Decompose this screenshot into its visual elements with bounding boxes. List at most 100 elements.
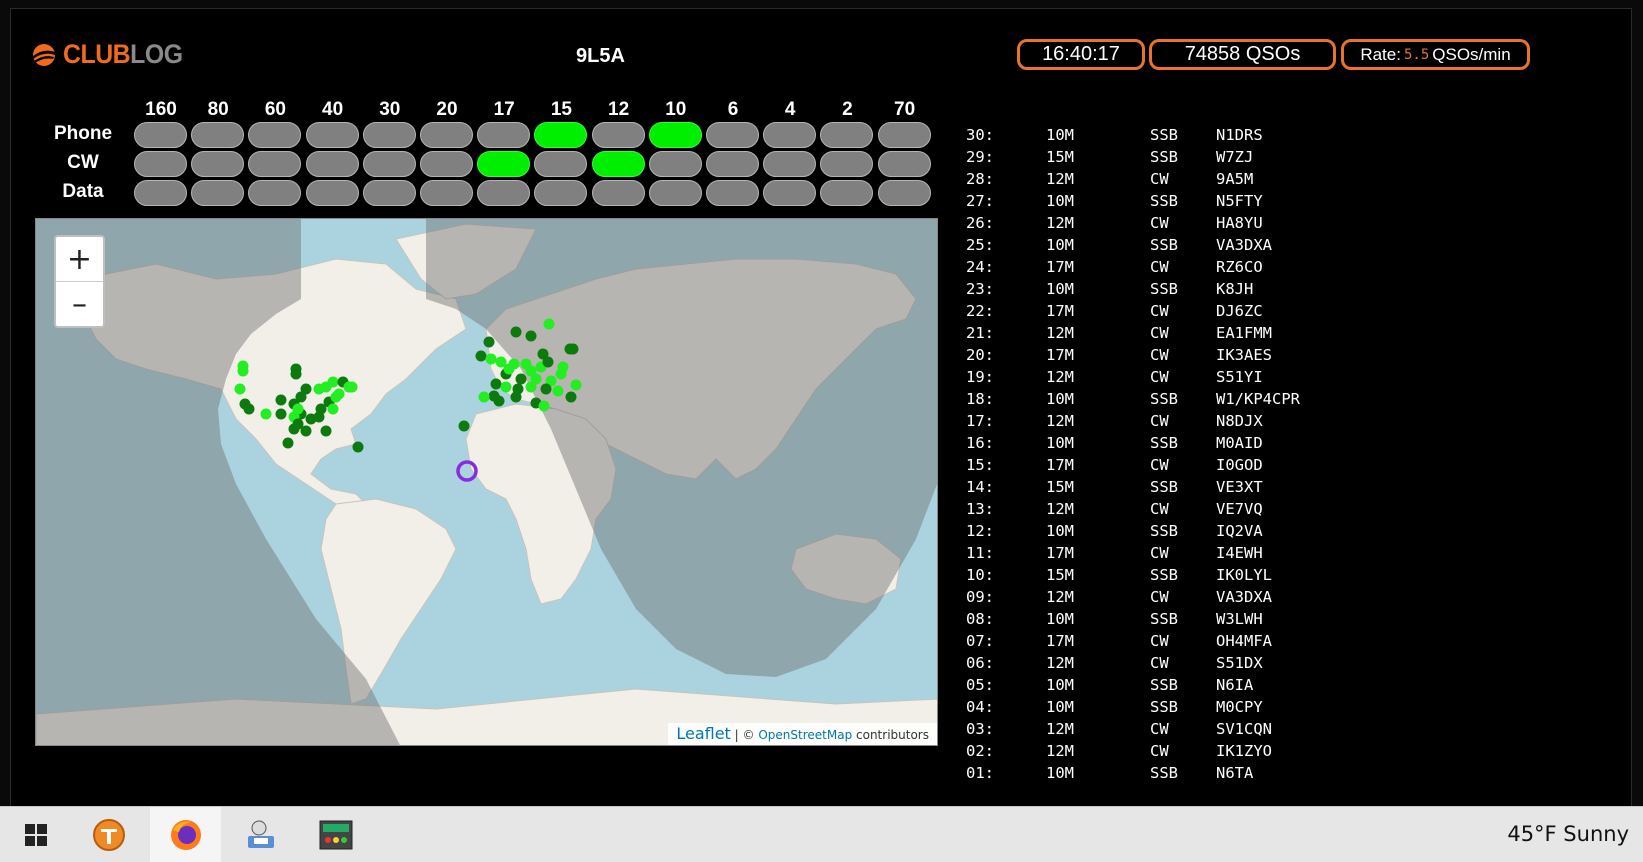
windows-start-icon[interactable] (0, 807, 71, 862)
zoom-out-button[interactable]: – (56, 282, 103, 326)
log-call: IK0LYL (1216, 566, 1272, 584)
qso-dot[interactable] (565, 391, 577, 403)
qso-dot[interactable] (503, 363, 515, 375)
log-mode: CW (1150, 170, 1169, 188)
log-mode: CW (1150, 258, 1169, 276)
clock-display: 16:40:17 (1017, 39, 1145, 70)
radio-app-icon[interactable] (300, 807, 371, 862)
qso-dot[interactable] (490, 378, 502, 390)
qso-dot[interactable] (500, 381, 512, 393)
qso-dot[interactable] (525, 365, 537, 377)
band-cell-cw-4 (763, 151, 817, 177)
qso-dot[interactable] (330, 391, 342, 403)
band-cell-cw-10 (648, 151, 702, 177)
band-cell-data-20 (420, 180, 473, 206)
qso-dot[interactable] (538, 400, 550, 412)
qso-dot[interactable] (510, 326, 522, 338)
log-mode: CW (1150, 346, 1169, 364)
qso-dot[interactable] (567, 343, 579, 355)
log-num: 18: (966, 390, 994, 408)
qso-dot[interactable] (234, 383, 246, 395)
qso-dot[interactable] (300, 425, 312, 437)
qso-dot[interactable] (515, 373, 527, 385)
qso-dot[interactable] (540, 383, 552, 395)
band-header-70: 70 (894, 99, 916, 120)
log-call: N8DJX (1216, 412, 1263, 430)
qso-dot[interactable] (543, 318, 555, 330)
qso-dot[interactable] (327, 403, 339, 415)
band-cell-data-4 (763, 180, 817, 206)
log-band: 12M (1046, 214, 1074, 232)
band-cell-data-70 (877, 180, 931, 206)
qso-dot[interactable] (282, 437, 294, 449)
leaflet-link[interactable]: Leaflet (676, 724, 730, 743)
qso-dot[interactable] (243, 403, 255, 415)
qso-dot[interactable] (300, 383, 312, 395)
log-band: 12M (1046, 412, 1074, 430)
qso-dot[interactable] (327, 376, 339, 388)
clublog-window: CLUBLOG 9L5A 16:40:17 74858 QSOs Rate: 5… (10, 8, 1632, 808)
qso-dot[interactable] (352, 441, 364, 453)
qso-map[interactable]: + – Leaflet | © OpenStreetMap contributo… (35, 218, 938, 746)
log-call: N1DRS (1216, 126, 1263, 144)
qso-dot[interactable] (275, 408, 287, 420)
band-cell-phone-15 (534, 122, 588, 148)
weather-widget[interactable]: 45°F Sunny (1507, 822, 1629, 846)
log-num: 22: (966, 302, 994, 320)
qso-dot[interactable] (320, 425, 332, 437)
band-cell-cw-30 (362, 151, 416, 177)
log-call: VA3DXA (1216, 236, 1272, 254)
rate-unit: QSOs/min (1432, 44, 1511, 64)
log-num: 04: (966, 698, 994, 716)
log-mode: CW (1150, 368, 1169, 386)
zoom-in-button[interactable]: + (56, 237, 103, 282)
qso-dot[interactable] (237, 365, 249, 377)
qso-dot[interactable] (485, 353, 497, 365)
logo-log-text: LOG (130, 39, 183, 69)
toolbox-app-icon[interactable] (73, 807, 144, 862)
log-app-icon[interactable] (225, 807, 296, 862)
qso-dot[interactable] (478, 391, 490, 403)
clock-value: 16:40:17 (1042, 43, 1120, 65)
qso-dot[interactable] (290, 368, 302, 380)
log-num: 13: (966, 500, 994, 518)
log-call: 9A5M (1216, 170, 1254, 188)
log-mode: CW (1150, 456, 1169, 474)
qso-dot[interactable] (305, 413, 317, 425)
qso-dot[interactable] (557, 361, 569, 373)
log-band: 15M (1046, 148, 1074, 166)
log-mode: SSB (1150, 390, 1178, 408)
qso-dot[interactable] (260, 408, 272, 420)
qso-dot[interactable] (510, 391, 522, 403)
osm-link[interactable]: OpenStreetMap (758, 728, 852, 742)
qso-dot[interactable] (458, 420, 470, 432)
log-call: IK1ZYO (1216, 742, 1272, 760)
qso-dot[interactable] (570, 379, 582, 391)
log-mode: CW (1150, 654, 1169, 672)
qso-dot[interactable] (542, 356, 554, 368)
qso-count-display: 74858 QSOs (1149, 39, 1336, 70)
qso-dot[interactable] (483, 336, 495, 348)
log-mode: SSB (1150, 236, 1178, 254)
band-header-160: 160 (145, 99, 177, 120)
qso-dot[interactable] (475, 350, 487, 362)
qso-dot[interactable] (275, 394, 287, 406)
log-band: 17M (1046, 456, 1074, 474)
log-band: 10M (1046, 192, 1074, 210)
log-band: 17M (1046, 258, 1074, 276)
band-header-40: 40 (322, 99, 344, 120)
qso-dot[interactable] (288, 423, 300, 435)
band-cell-cw-15 (534, 151, 588, 177)
qso-dot[interactable] (292, 403, 304, 415)
log-call: M0AID (1216, 434, 1263, 452)
qso-dot[interactable] (552, 385, 564, 397)
qso-dot[interactable] (525, 330, 537, 342)
log-band: 10M (1046, 280, 1074, 298)
qso-dot[interactable] (493, 395, 505, 407)
firefox-icon[interactable] (150, 807, 221, 862)
band-cell-cw-6 (706, 151, 759, 177)
qso-dot[interactable] (346, 381, 358, 393)
qso-dot[interactable] (525, 381, 537, 393)
log-mode: CW (1150, 544, 1169, 562)
log-band: 10M (1046, 236, 1074, 254)
